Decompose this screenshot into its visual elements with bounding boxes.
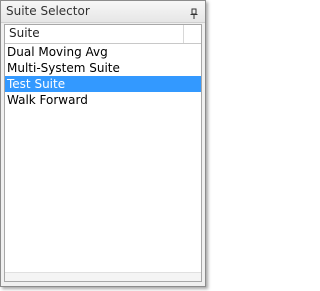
panel-titlebar[interactable]: Suite Selector bbox=[1, 1, 205, 23]
suite-list-view: Suite Dual Moving Avg Multi-System Suite… bbox=[4, 24, 202, 282]
pin-icon[interactable] bbox=[188, 5, 200, 19]
list-item-selected[interactable]: Test Suite bbox=[5, 76, 201, 92]
list-item[interactable]: Walk Forward bbox=[5, 92, 201, 108]
pin-icon-graphic bbox=[190, 8, 198, 19]
column-header-suite[interactable]: Suite bbox=[5, 25, 201, 44]
list-item-label: Multi-System Suite bbox=[7, 61, 120, 75]
horizontal-scrollbar[interactable] bbox=[5, 272, 201, 281]
suite-selector-panel: Suite Selector Suite Dual Moving Avg Mul… bbox=[0, 0, 206, 287]
list-item-label: Walk Forward bbox=[7, 93, 88, 107]
list-item-label: Dual Moving Avg bbox=[7, 45, 108, 59]
list-item[interactable]: Dual Moving Avg bbox=[5, 44, 201, 60]
suite-list: Dual Moving Avg Multi-System Suite Test … bbox=[5, 44, 201, 108]
column-divider[interactable] bbox=[183, 25, 184, 43]
panel-title: Suite Selector bbox=[6, 4, 90, 18]
column-header-label: Suite bbox=[9, 26, 40, 40]
list-item[interactable]: Multi-System Suite bbox=[5, 60, 201, 76]
list-item-label: Test Suite bbox=[7, 77, 66, 91]
